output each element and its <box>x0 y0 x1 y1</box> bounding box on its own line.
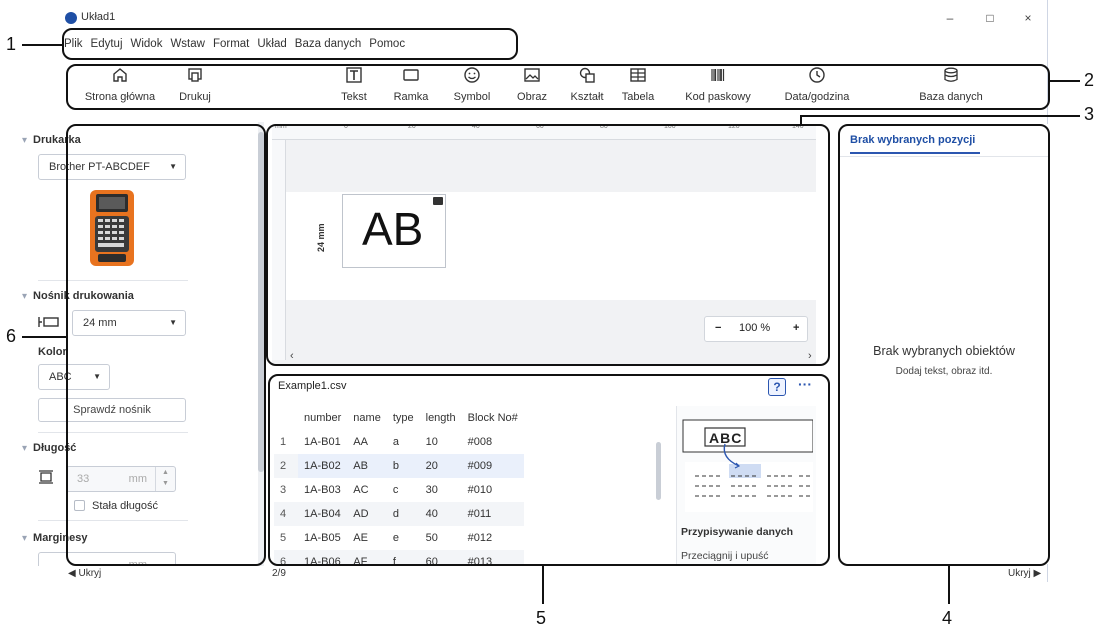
callout-box-object-panel <box>838 124 1050 566</box>
minimize-button[interactable]: – <box>938 10 962 26</box>
callout-leader <box>1050 80 1080 82</box>
hide-left-panel-button[interactable]: ◀ Ukryj <box>68 568 101 579</box>
screenshot-stage: Układ1 – □ × Plik Edytuj Widok Wstaw Format U… <box>0 0 1104 630</box>
callout-number: 3 <box>1084 104 1095 124</box>
callout-box-properties <box>66 124 266 566</box>
status-bar: ◀ Ukryj 2/9 Ukryj ▶ <box>60 568 1048 580</box>
tape-width-icon <box>38 317 59 327</box>
callout-box-database <box>268 374 830 566</box>
callout-box-canvas <box>266 124 830 366</box>
page-indicator: 2/9 <box>272 568 286 579</box>
callout-leader <box>22 44 62 46</box>
callout-number: 4 <box>942 608 953 628</box>
callout-box-menu <box>62 28 518 60</box>
callout-leader <box>800 115 802 125</box>
callout-leader <box>542 566 544 604</box>
title-bar: Układ1 – □ × <box>60 8 1048 28</box>
window-title: Układ1 <box>81 11 116 23</box>
callout-number: 6 <box>6 326 17 346</box>
callout-leader <box>800 115 1080 117</box>
hide-right-panel-button[interactable]: Ukryj ▶ <box>1008 568 1041 579</box>
maximize-button[interactable]: □ <box>978 10 1002 26</box>
app-logo-icon <box>65 12 77 24</box>
callout-box-toolbar <box>66 64 1050 110</box>
callout-leader <box>22 336 66 338</box>
callout-number: 1 <box>6 34 17 54</box>
color-label: Kolor <box>38 346 67 358</box>
length-icon <box>39 470 53 484</box>
callout-leader <box>948 566 950 604</box>
close-button[interactable]: × <box>1016 10 1040 26</box>
callout-number: 2 <box>1084 70 1095 90</box>
callout-number: 5 <box>536 608 547 628</box>
